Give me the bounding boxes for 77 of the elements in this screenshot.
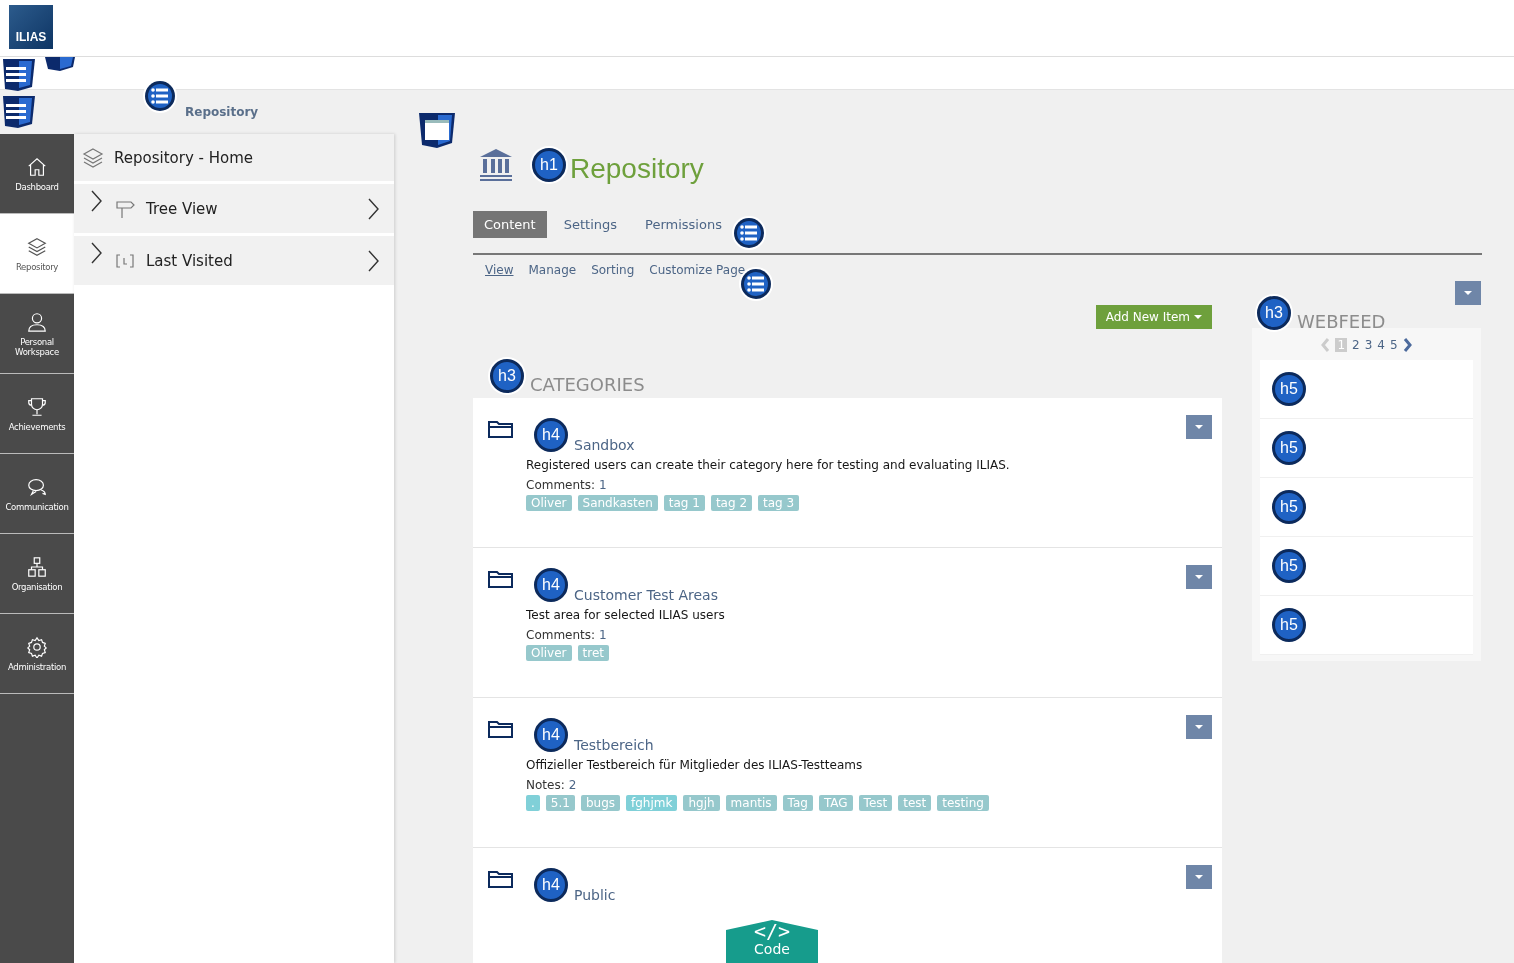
category-description: Offizieller Testbereich für Mitglieder des ILIAS-Testteams	[526, 758, 864, 772]
slate-item[interactable]: Last Visited	[74, 236, 394, 285]
caret-icon	[1194, 315, 1202, 319]
org-icon	[26, 555, 48, 578]
tab[interactable]: Settings	[552, 211, 629, 238]
list-shield-icon	[0, 94, 36, 130]
gear-icon	[26, 635, 48, 658]
chevron-right-icon	[367, 198, 379, 220]
meta-label: Comments:	[526, 478, 596, 492]
heading-level-badge: h1	[532, 148, 566, 182]
heading-level-badge: h4	[534, 868, 568, 902]
breadcrumb-link[interactable]: Repository	[185, 105, 259, 119]
meta-value: 1	[599, 478, 607, 492]
home-icon	[26, 155, 48, 178]
page-title: Repository	[570, 153, 704, 185]
subtab-link[interactable]: View	[485, 263, 514, 277]
ilias-logo[interactable]: ILIAS	[9, 5, 53, 49]
institution-icon	[478, 148, 514, 182]
chevron-right-icon	[90, 190, 102, 212]
heading-level-badge: h5	[1272, 372, 1306, 406]
chevron-right-icon	[90, 242, 102, 264]
add-new-item-button[interactable]: Add New Item	[1095, 305, 1212, 329]
section-title: CATEGORIES	[530, 373, 645, 395]
meta-value: 1	[599, 628, 607, 642]
folder-icon	[488, 870, 514, 888]
heading-level-badge: h4	[534, 418, 568, 452]
actions-dropdown-button[interactable]	[1186, 565, 1212, 589]
shield-icon	[44, 57, 76, 71]
subtab-link[interactable]: Manage	[528, 263, 577, 277]
heading-level-badge: h3	[490, 359, 524, 393]
page-number-link[interactable]: 5	[1389, 338, 1398, 352]
mainbar-item[interactable]: Repository	[0, 214, 74, 294]
heading-level-badge: h3	[1257, 296, 1291, 330]
tab[interactable]: Permissions	[634, 211, 733, 238]
trophy-icon	[26, 395, 48, 418]
category-description: Test area for selected ILIAS users	[526, 608, 725, 622]
meta-value: 2	[568, 778, 577, 792]
heading-level-badge: h4	[534, 718, 568, 752]
page-number-link[interactable]: 3	[1364, 338, 1373, 352]
heading-level-badge: h5	[1272, 549, 1306, 583]
category-description: Registered users can create their category here for testing and evaluating ILIAS.	[526, 458, 1010, 472]
category-link[interactable]: Customer Test Areas	[574, 587, 718, 603]
slate-item[interactable]: Tree View	[74, 184, 394, 233]
list-badge-icon	[142, 78, 178, 114]
category-link[interactable]: Public	[574, 887, 616, 903]
section-title: WEBFEED	[1297, 310, 1386, 332]
layers-icon	[82, 146, 104, 169]
person-icon	[26, 310, 48, 333]
code-icon: </>	[753, 922, 791, 940]
page-number-link[interactable]: 2	[1352, 338, 1360, 352]
heading-level-badge: h5	[1272, 431, 1306, 465]
heading-level-badge: h5	[1272, 490, 1306, 524]
meta-label: Notes:	[526, 778, 565, 792]
heading-level-badge: h5	[1272, 608, 1306, 642]
folder-icon	[488, 420, 514, 438]
next-page-icon[interactable]	[1402, 338, 1413, 352]
category-link[interactable]: Sandbox	[574, 437, 635, 453]
window-shield-icon	[417, 111, 457, 151]
subtab-link[interactable]: Sorting	[591, 263, 635, 277]
layers-icon	[26, 235, 48, 258]
tab[interactable]: Content	[473, 211, 547, 238]
page-number-link[interactable]: 4	[1377, 338, 1385, 352]
list-badge-icon	[731, 215, 767, 251]
actions-dropdown-button[interactable]	[1186, 715, 1212, 739]
actions-dropdown-button[interactable]	[1455, 281, 1481, 305]
actions-dropdown-button[interactable]	[1186, 415, 1212, 439]
actions-dropdown-button[interactable]	[1186, 865, 1212, 889]
folder-icon	[488, 720, 514, 738]
meta-label: Comments:	[526, 628, 596, 642]
subtab-link[interactable]: Customize Page	[649, 263, 746, 277]
chevron-right-icon	[367, 250, 379, 272]
list-shield-icon	[0, 57, 36, 93]
slate-item[interactable]: Repository - Home	[74, 134, 394, 181]
folder-icon	[488, 570, 514, 588]
previous-page-icon[interactable]	[1320, 338, 1331, 352]
heading-level-badge: h4	[534, 568, 568, 602]
category-link[interactable]: Testbereich	[574, 737, 654, 753]
